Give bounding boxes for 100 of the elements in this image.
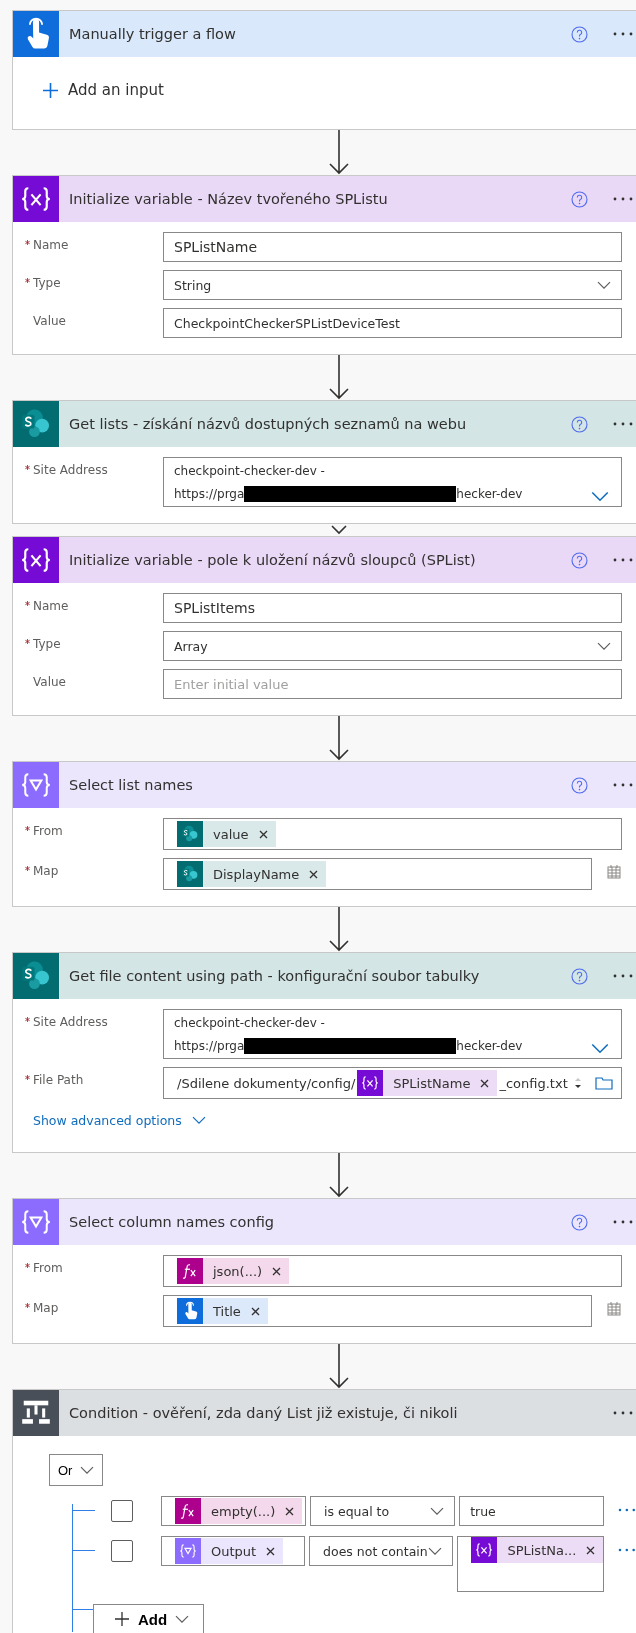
value-field[interactable]: true	[459, 1496, 605, 1526]
field-label: From	[33, 1261, 63, 1275]
comparison-dropdown[interactable]: is equal to	[310, 1496, 456, 1526]
close-icon[interactable]	[272, 1266, 282, 1276]
text-field[interactable]: SPListItems	[163, 593, 622, 623]
arrow-down-icon	[328, 524, 350, 536]
more-icon[interactable]	[612, 197, 634, 201]
help-icon[interactable]	[571, 776, 588, 794]
folder-icon[interactable]	[595, 1076, 613, 1090]
token-chip[interactable]: json(...)	[177, 1258, 290, 1284]
plus-icon	[114, 1611, 130, 1627]
function-icon	[175, 1498, 201, 1524]
field-label: From	[33, 824, 63, 838]
more-icon[interactable]	[618, 1508, 636, 1512]
close-icon[interactable]	[266, 1546, 276, 1556]
text-field[interactable]: CheckpointCheckerSPListDeviceTest	[163, 308, 622, 338]
site-address-dropdown[interactable]: checkpoint-checker-dev - https://prga hecker-dev	[163, 457, 622, 507]
field-label: Map	[33, 864, 59, 878]
close-icon[interactable]	[586, 1545, 596, 1555]
token-field[interactable]: value	[163, 818, 622, 850]
arrow-down-icon	[328, 907, 350, 952]
card-header[interactable]: Initialize variable - Název tvořeného SPListu	[13, 176, 636, 222]
plus-icon	[43, 82, 58, 98]
field-label: Name	[33, 238, 69, 252]
token-chip[interactable]: Title	[177, 1298, 268, 1324]
operator-dropdown[interactable]: Or	[49, 1454, 104, 1486]
chevron-down-icon	[430, 1506, 445, 1516]
token-chip[interactable]: Output	[175, 1538, 284, 1564]
card-header[interactable]: Initialize variable - pole k uložení názvů sloupců (SPList)	[13, 537, 636, 583]
file-path-field[interactable]: /Sdilene dokumenty/config/ SPListName _config.txt	[163, 1067, 622, 1099]
arrow-down-icon	[328, 716, 350, 761]
card-title: Select list names	[69, 777, 194, 793]
checkbox[interactable]	[111, 1540, 133, 1562]
token-chip[interactable]: DisplayName	[177, 861, 327, 887]
chevron-down-icon	[175, 1614, 190, 1624]
circles-icon	[177, 861, 203, 887]
chevron-down-icon	[591, 1043, 609, 1054]
chevron-down-icon	[597, 280, 611, 290]
more-icon[interactable]	[612, 783, 634, 787]
more-icon[interactable]	[612, 974, 634, 978]
spinner-icon[interactable]	[573, 1075, 583, 1091]
chevron-down-icon	[191, 1116, 206, 1125]
close-icon[interactable]	[309, 869, 319, 879]
add-input-link[interactable]: Add an input	[68, 81, 164, 99]
card-title: Initialize variable - pole k uložení názvů sloupců (SPList)	[69, 552, 477, 568]
value-field[interactable]: SPListNa...	[457, 1536, 605, 1592]
token-chip[interactable]: SPListName	[357, 1070, 498, 1096]
token-chip[interactable]: SPListNa...	[471, 1537, 604, 1563]
help-icon[interactable]	[571, 190, 588, 208]
token-field[interactable]: DisplayName	[163, 858, 592, 890]
token-field[interactable]: Title	[163, 1295, 592, 1327]
field-label: Type	[33, 637, 61, 651]
card-title: Condition - ověření, zda daný List již existuje, či nikoli	[69, 1405, 459, 1421]
card-header[interactable]: Get lists - získání názvů dostupných seznamů na webu	[13, 401, 636, 447]
more-icon[interactable]	[612, 32, 634, 36]
card-header[interactable]: Select column names config	[13, 1199, 636, 1245]
close-icon[interactable]	[250, 1306, 260, 1316]
card-header[interactable]: Condition - ověření, zda daný List již existuje, či nikoli	[13, 1390, 636, 1436]
help-icon[interactable]	[571, 551, 588, 569]
card-title: Get lists - získání názvů dostupných seznamů na webu	[69, 416, 468, 432]
arrow-down-icon	[328, 1153, 350, 1198]
more-icon[interactable]	[612, 558, 634, 562]
type-dropdown[interactable]: Array	[163, 631, 622, 661]
card-header[interactable]: Get file content using path - konfigurační soubor tabulky	[13, 953, 636, 999]
card-title: Select column names config	[69, 1214, 275, 1230]
close-icon[interactable]	[480, 1078, 490, 1088]
token-field[interactable]: json(...)	[163, 1255, 622, 1287]
braces-icon	[357, 1070, 384, 1096]
close-icon[interactable]	[285, 1506, 295, 1516]
more-icon[interactable]	[612, 1220, 634, 1224]
advanced-options-link[interactable]: Show advanced options	[33, 1113, 182, 1128]
checkbox[interactable]	[111, 1500, 133, 1522]
token-field[interactable]: Output	[161, 1536, 306, 1566]
card-header[interactable]: Select list names	[13, 762, 636, 808]
more-icon[interactable]	[612, 422, 634, 426]
card-title: Manually trigger a flow	[69, 26, 237, 42]
chevron-down-icon	[428, 1546, 443, 1556]
token-chip[interactable]: value	[177, 821, 276, 847]
help-icon[interactable]	[571, 25, 588, 43]
braces-icon	[471, 1537, 498, 1563]
card-header[interactable]: Manually trigger a flow	[13, 11, 636, 57]
help-icon[interactable]	[571, 967, 588, 985]
help-icon[interactable]	[571, 1213, 588, 1231]
help-icon[interactable]	[571, 415, 588, 433]
token-field[interactable]: empty(...)	[161, 1496, 306, 1526]
site-address-dropdown[interactable]: checkpoint-checker-dev - https://prga hecker-dev	[163, 1009, 622, 1059]
token-chip[interactable]: empty(...)	[175, 1498, 303, 1524]
close-icon[interactable]	[258, 829, 268, 839]
field-label: Value	[33, 675, 66, 689]
field-label: Map	[33, 1301, 59, 1315]
comparison-dropdown[interactable]: does not contain	[309, 1536, 454, 1566]
add-button[interactable]: Add	[93, 1604, 205, 1633]
card-title: Initialize variable - Název tvořeného SPListu	[69, 191, 389, 207]
function-icon	[177, 1258, 203, 1284]
circles-icon	[177, 821, 203, 847]
more-icon[interactable]	[612, 1411, 634, 1415]
hand-icon	[177, 1298, 203, 1324]
type-dropdown[interactable]: String	[163, 270, 622, 300]
text-field[interactable]: SPListName	[163, 232, 622, 262]
more-icon[interactable]	[618, 1548, 636, 1552]
